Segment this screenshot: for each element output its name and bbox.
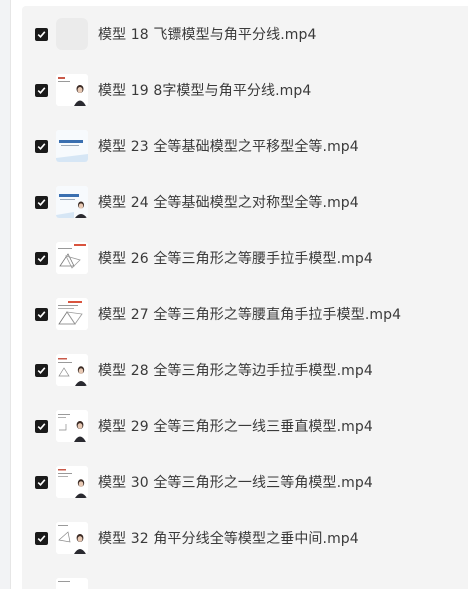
- checkbox-checked[interactable]: [35, 27, 48, 41]
- checkmark-icon: [37, 478, 46, 486]
- file-row[interactable]: 模型 32 角平分线全等模型之垂中间.mp4: [22, 510, 468, 566]
- file-name: 模型 32 角平分线全等模型之垂中间.mp4: [98, 531, 359, 547]
- file-row[interactable]: 模型 26 全等三角形之等腰手拉手模型.mp4: [22, 230, 468, 286]
- checkmark-icon: [37, 198, 46, 206]
- checkbox-checked[interactable]: [35, 363, 48, 377]
- checkmark-icon: [37, 86, 46, 94]
- file-row[interactable]: 模型 29 全等三角形之一线三垂直模型.mp4: [22, 398, 468, 454]
- checkbox-checked[interactable]: [35, 139, 48, 153]
- checkbox-checked[interactable]: [35, 475, 48, 489]
- checkmark-icon: [37, 366, 46, 374]
- file-name: 模型 28 全等三角形之等边手拉手模型.mp4: [98, 363, 373, 379]
- file-name: 模型 29 全等三角形之一线三垂直模型.mp4: [98, 419, 373, 435]
- checkbox-checked[interactable]: [35, 307, 48, 321]
- video-thumbnail: [56, 242, 88, 274]
- checkbox-checked[interactable]: [35, 419, 48, 433]
- checkmark-icon: [37, 534, 46, 542]
- checkmark-icon: [37, 142, 46, 150]
- blank-thumbnail: [56, 18, 88, 50]
- video-thumbnail: [56, 298, 88, 330]
- video-thumbnail: [56, 522, 88, 554]
- checkmark-icon: [37, 254, 46, 262]
- file-list-panel: 模型 18 飞镖模型与角平分线.mp4 模型 19 8字模型与角平分线.mp4: [22, 6, 468, 589]
- file-name: 模型 24 全等基础模型之对称型全等.mp4: [98, 195, 359, 211]
- file-name: 模型 30 全等三角形之一线三等角模型.mp4: [98, 475, 373, 491]
- left-border: [0, 0, 11, 589]
- file-row[interactable]: 模型 23 全等基础模型之平移型全等.mp4: [22, 118, 468, 174]
- file-row[interactable]: 模型 27 全等三角形之等腰直角手拉手模型.mp4: [22, 286, 468, 342]
- checkmark-icon: [37, 422, 46, 430]
- checkmark-icon: [37, 30, 46, 38]
- video-thumbnail: [56, 410, 88, 442]
- video-thumbnail: [56, 354, 88, 386]
- file-row[interactable]: 模型 30 全等三角形之一线三等角模型.mp4: [22, 454, 468, 510]
- video-thumbnail: [56, 578, 88, 589]
- checkbox-checked[interactable]: [35, 195, 48, 209]
- file-row-partial[interactable]: [22, 566, 468, 589]
- video-thumbnail: [56, 130, 88, 162]
- checkmark-icon: [37, 310, 46, 318]
- checkbox-checked[interactable]: [35, 83, 48, 97]
- video-thumbnail: [56, 186, 88, 218]
- file-name: 模型 19 8字模型与角平分线.mp4: [98, 83, 312, 99]
- file-row[interactable]: 模型 24 全等基础模型之对称型全等.mp4: [22, 174, 468, 230]
- file-row[interactable]: 模型 28 全等三角形之等边手拉手模型.mp4: [22, 342, 468, 398]
- video-thumbnail: [56, 74, 88, 106]
- file-name: 模型 23 全等基础模型之平移型全等.mp4: [98, 139, 359, 155]
- video-thumbnail: [56, 466, 88, 498]
- checkbox-checked[interactable]: [35, 531, 48, 545]
- file-name: 模型 27 全等三角形之等腰直角手拉手模型.mp4: [98, 307, 402, 323]
- checkbox-checked[interactable]: [35, 251, 48, 265]
- file-name: 模型 26 全等三角形之等腰手拉手模型.mp4: [98, 251, 373, 267]
- file-row[interactable]: 模型 19 8字模型与角平分线.mp4: [22, 62, 468, 118]
- file-name: 模型 18 飞镖模型与角平分线.mp4: [98, 27, 317, 43]
- file-row[interactable]: 模型 18 飞镖模型与角平分线.mp4: [22, 6, 468, 62]
